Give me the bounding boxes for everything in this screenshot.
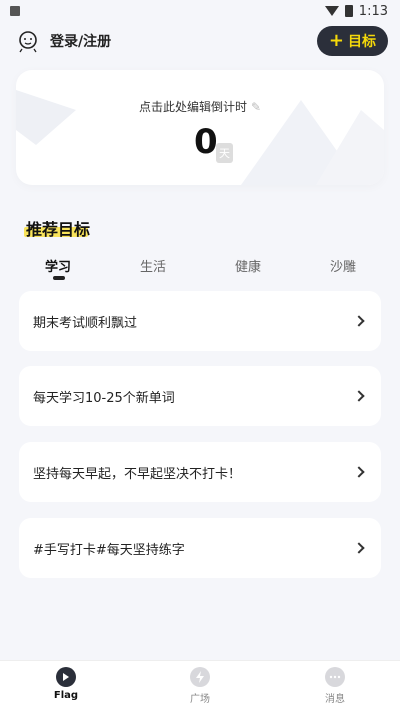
countdown-unit: 天 — [216, 143, 233, 163]
chat-icon — [325, 667, 345, 687]
countdown-value: 0 — [194, 122, 218, 162]
goal-card[interactable]: #手写打卡#每天坚持练字 — [19, 518, 381, 578]
nav-item-messages[interactable]: 消息 — [305, 667, 365, 705]
goal-text: 期末考试顺利飘过 — [33, 315, 138, 331]
flag-icon — [56, 667, 76, 687]
tab-indicator — [53, 276, 65, 280]
goal-card[interactable]: 坚持每天早起，不早起坚决不打卡！ — [19, 442, 381, 502]
nav-label-flag: Flag — [53, 690, 79, 701]
goal-card[interactable]: 每天学习10-25个新单词 — [19, 366, 381, 426]
goal-card[interactable]: 期末考试顺利飘过 — [19, 291, 381, 351]
category-tabs: 学习 生活 健康 沙雕 — [0, 256, 400, 286]
battery-icon — [344, 5, 353, 17]
status-time: 1:13 — [358, 3, 388, 19]
bottom-nav: Flag 广场 消息 — [0, 660, 400, 710]
top-bar: 登录/注册 + 目标 — [0, 22, 400, 60]
section-title: 推荐目标 — [26, 220, 91, 239]
tab-study[interactable]: 学习 — [45, 256, 71, 275]
tab-health[interactable]: 健康 — [235, 256, 261, 275]
chevron-right-icon — [353, 315, 365, 327]
tab-funny[interactable]: 沙雕 — [330, 256, 356, 275]
status-bar: 1:13 — [0, 0, 400, 22]
nav-label-messages: 消息 — [325, 694, 345, 705]
tab-life[interactable]: 生活 — [140, 256, 166, 275]
goal-text: 坚持每天早起，不早起坚决不打卡！ — [33, 466, 242, 482]
plus-icon: + — [328, 30, 344, 51]
nav-item-flag[interactable]: Flag — [36, 667, 96, 701]
nav-label-square: 广场 — [190, 694, 210, 705]
pen-icon: ✎ — [250, 100, 262, 114]
countdown-hint: 点击此处编辑倒计时 — [138, 100, 247, 114]
avatar-icon[interactable] — [16, 29, 40, 53]
add-goal-button[interactable]: + 目标 — [316, 26, 388, 56]
goal-text: 每天学习10-25个新单词 — [33, 390, 175, 406]
nav-item-square[interactable]: 广场 — [170, 667, 230, 705]
chevron-right-icon — [353, 466, 365, 478]
chevron-right-icon — [353, 542, 365, 554]
lightning-icon — [190, 667, 210, 687]
countdown-card[interactable]: 点击此处编辑倒计时 ✎ 0 天 — [16, 70, 384, 185]
chevron-right-icon — [353, 390, 365, 402]
notification-icon — [10, 6, 20, 16]
login-link[interactable]: 登录/注册 — [50, 31, 111, 51]
goal-text: #手写打卡#每天坚持练字 — [33, 542, 185, 558]
wifi-icon — [324, 6, 339, 16]
add-goal-label: 目标 — [348, 34, 376, 50]
